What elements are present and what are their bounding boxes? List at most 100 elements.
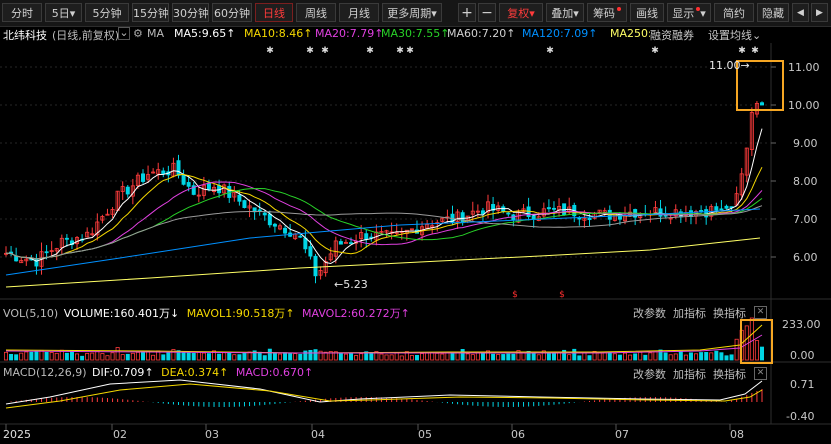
kline-candle (531, 215, 536, 220)
macd-axis-top: 0.71 (790, 378, 815, 391)
vol-label: VOL(5,10) (3, 307, 59, 320)
volume-bar (734, 338, 739, 361)
volume-bar (633, 353, 638, 361)
mavol2-text: MAVOL2:60.272万 (302, 307, 401, 320)
dif-value: DIF:0.709↑ (92, 366, 154, 379)
kline-candle (14, 255, 19, 262)
volume-bar (343, 353, 348, 361)
arrow-up-icon: ↑ (285, 307, 295, 320)
kline-candle (551, 207, 556, 210)
time-tick-label: 03 (205, 428, 219, 441)
kline-candle (760, 102, 765, 106)
volume-bar (425, 352, 430, 361)
volume-bar (80, 355, 85, 361)
kline-candle (460, 212, 465, 224)
mavol1-value: MAVOL1:90.518万↑ (187, 307, 295, 320)
time-tick-label: 07 (615, 428, 629, 441)
macd-change-params-button[interactable]: 改参数 (633, 366, 666, 382)
kline-candle (349, 242, 354, 245)
time-tick-label: 2025 (3, 428, 31, 441)
volume-bar (450, 352, 455, 361)
macd-axis-bottom: -0.40 (786, 410, 815, 423)
volume-bar (369, 352, 374, 361)
kline-candle (364, 233, 369, 240)
dividend-marker-icon: $ (559, 290, 565, 300)
high-price-text: 11.00 (709, 59, 741, 72)
kline-candle (176, 160, 181, 176)
time-tick-label: 06 (511, 428, 525, 441)
volume-bar (49, 352, 54, 361)
volume-bar (470, 354, 475, 361)
time-tick-label: 04 (311, 428, 325, 441)
kline-candle (125, 186, 130, 195)
volume-bar (29, 351, 34, 361)
volume-bar (288, 353, 293, 361)
vol-switch-indicator-button[interactable]: 换指标 (713, 305, 746, 321)
macd-add-indicator-button[interactable]: 加指标 (673, 366, 706, 382)
volume-bar (85, 352, 90, 361)
kline-candle (719, 208, 724, 211)
macd-value: MACD:0.670↑ (236, 366, 313, 379)
volume-bar (399, 355, 404, 361)
event-marker-icon: ✱ (266, 46, 274, 56)
kline-candle (338, 241, 343, 245)
volume-bar (227, 351, 232, 361)
close-icon[interactable]: ✕ (754, 367, 767, 380)
kline-candle (577, 217, 582, 220)
volume-bar (115, 347, 120, 361)
volume-bar (663, 352, 668, 361)
volume-bar (293, 353, 298, 361)
time-tick-label: 02 (113, 428, 127, 441)
vol-header: VOL(5,10) VOLUME:160.401万↓ MAVOL1:90.518… (3, 305, 410, 321)
volume-bar (191, 352, 196, 361)
volume-bar (617, 354, 622, 361)
low-price-annotation: ←5.23 (334, 278, 368, 291)
volume-bar (262, 355, 267, 361)
kline-candle (272, 223, 277, 227)
volume-bar (39, 349, 44, 361)
kline-candle (262, 212, 267, 216)
arrow-up-icon: ↑ (219, 366, 229, 379)
volume-bar (435, 352, 440, 361)
kline-candle (658, 208, 663, 217)
volume-bar (648, 352, 653, 361)
volume-bar (506, 353, 511, 361)
volume-bar (217, 353, 222, 361)
volume-bar (414, 354, 419, 361)
volume-bar (394, 352, 399, 361)
volume-bar (577, 355, 582, 361)
kline-candle (64, 237, 69, 240)
mavol2-value: MAVOL2:60.272万↑ (302, 307, 410, 320)
volume-bar (237, 354, 242, 361)
volume-bar (587, 355, 592, 361)
volume-bar (460, 349, 465, 361)
volume-bar (349, 352, 354, 361)
volume-bar (186, 352, 191, 361)
vol-change-params-button[interactable]: 改参数 (633, 305, 666, 321)
volume-bar (298, 353, 303, 361)
volume-bar (24, 351, 29, 361)
dea-value: DEA:0.374↑ (161, 366, 228, 379)
volume-bar (267, 348, 272, 361)
volume-bar (607, 351, 612, 361)
volume-bar (303, 350, 308, 361)
volume-bar (678, 351, 683, 361)
volume-bar (668, 354, 673, 361)
volume-value: VOLUME:160.401万↓ (64, 307, 179, 320)
volume-bar (445, 352, 450, 361)
time-tick-label: 05 (418, 428, 432, 441)
volume-bar (683, 354, 688, 361)
close-icon[interactable]: ✕ (754, 306, 767, 319)
macd-text: MACD:0.670 (235, 366, 304, 379)
volume-bar (430, 352, 435, 361)
volume-bar (308, 349, 313, 361)
vol-add-indicator-button[interactable]: 加指标 (673, 305, 706, 321)
vol-axis-top: 233.00 (782, 318, 821, 331)
volume-bar (572, 348, 577, 361)
price-tick-label: 8.00 (793, 175, 818, 188)
macd-switch-indicator-button[interactable]: 换指标 (713, 366, 746, 382)
volume-bar (521, 352, 526, 361)
event-marker-icon: ✱ (651, 46, 659, 56)
volume-bar (4, 351, 9, 361)
volume-bar (313, 349, 318, 361)
